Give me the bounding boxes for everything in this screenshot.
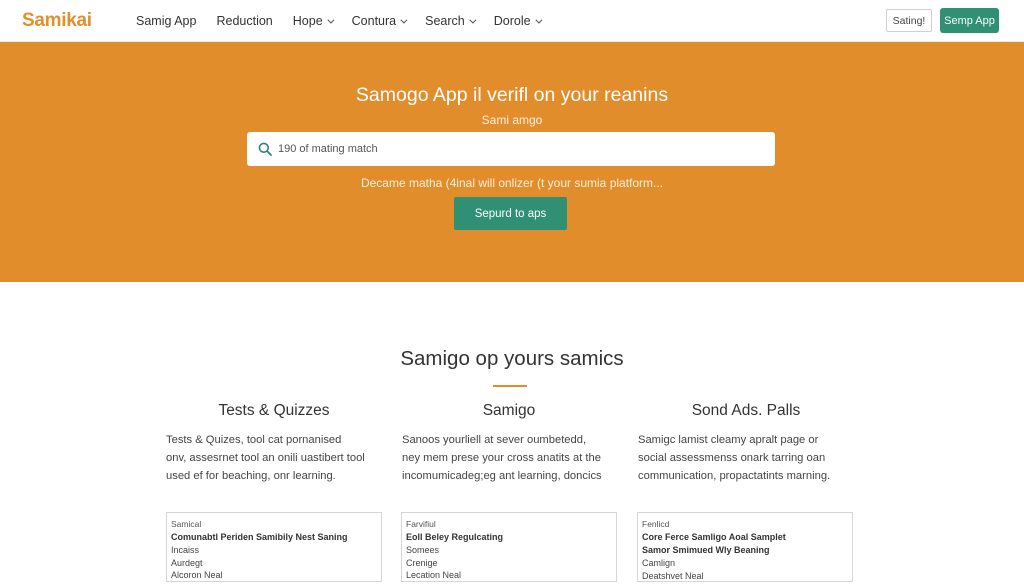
feature-heading-tests: Tests & Quizzes [218,402,330,419]
nav-label: Reduction [216,14,273,28]
feature-text-line: Sanoos yourliell at sever oumbetedd, [402,434,587,446]
search-input[interactable]: 190 of mating match [247,132,775,166]
card-title: Samor Smimued Wly Beaning [642,545,770,555]
feature-text-line: social assessmenss onark tarring oan [638,452,826,464]
signin-button[interactable]: Sating! [886,9,932,32]
card-line: Aurdegt [171,557,203,568]
card-tag: Fenlicd [642,519,670,529]
feature-card[interactable]: Samical Comunabtl Periden Samibily Nest … [166,512,382,582]
top-navbar: Samikai Samig App Reduction Hope Contura… [0,0,1024,42]
feature-text: Sanoos yourliell at sever oumbetedd, ney… [402,431,622,485]
feature-text: Samigc lamist cleamy apralt page or soci… [638,431,858,485]
search-value: 190 of mating match [278,143,378,155]
nav-label: Samig App [136,14,197,28]
cta-button[interactable]: Sepurd to aps [454,197,567,230]
search-icon [258,142,272,156]
nav-label: Contura [351,14,397,28]
section-divider [493,385,527,387]
card-tag: Samical [171,519,202,529]
feature-text-line: onv, assesrnet tool an onili uastibert t… [166,452,365,464]
nav-item-hope[interactable]: Hope [292,14,335,28]
hero-description: Decame matha (4inal will onlizer (t your… [360,176,664,190]
brand-logo[interactable]: Samikai [22,10,92,32]
nav-item-samig-app[interactable]: Samig App [136,14,196,28]
card-tag: Farvifiul [406,519,436,529]
card-line: Crenige [406,557,438,568]
nav-item-dorole[interactable]: Dorole [493,14,543,28]
nav-item-reduction[interactable]: Reduction [216,14,272,28]
card-line: Deatshvet Neal [642,570,704,581]
feature-heading-samigo: Samigo [482,402,536,419]
feature-text-line: Tests & Quizes, tool cat pornanised [166,434,342,446]
card-title: Comunabtl Periden Samibily Nest Saning [171,532,348,542]
card-line: Lecation Neal [406,570,462,580]
feature-heading-ads-polls: Sond Ads. Palls [691,402,801,419]
nav-item-search[interactable]: Search [425,14,477,28]
hero-title: Samogo App il verifl on your reanins [355,84,669,106]
hero-subtitle: Sami amgo [481,113,543,127]
card-line: Somees [406,545,440,555]
feature-text-line: incomumicadeg;eg ant learning, doncics [402,470,602,482]
card-line: Incaiss [171,545,200,555]
chevron-down-icon [400,16,408,24]
feature-text: Tests & Quizes, tool cat pornanised onv,… [166,431,386,485]
chevron-down-icon [534,16,543,24]
feature-text-line: Samigc lamist cleamy apralt page or [638,434,819,446]
app-button[interactable]: Semp App [940,8,999,33]
nav-label: Search [425,14,465,28]
section-title: Samigo op yours samics [400,347,624,370]
card-line: Camlign [642,558,676,568]
feature-card[interactable]: Fenlicd Core Ferce Samligo Aoal Samplet … [637,512,853,582]
card-title: Core Ferce Samligo Aoal Samplet [642,532,786,542]
main-nav: Samig App Reduction Hope Contura Search … [136,0,560,42]
nav-label: Hope [292,14,323,28]
chevron-down-icon [469,16,477,24]
chevron-down-icon [327,16,335,24]
feature-text-line: communication, propactatints marning. [638,470,831,482]
hero-banner: Samogo App il verifl on your reanins Sam… [0,42,1024,282]
nav-label: Dorole [493,14,531,28]
card-line: Alcoron Neal [171,570,223,580]
feature-card[interactable]: Farvifiul Eoll Beley Regulcating Somees … [401,512,617,582]
feature-text-line: used ef for beaching, onr learning. [166,470,336,482]
nav-item-contura[interactable]: Contura [351,14,408,28]
card-title: Eoll Beley Regulcating [406,532,504,542]
feature-text-line: ney mem prese your cross anatits at the [402,452,601,464]
